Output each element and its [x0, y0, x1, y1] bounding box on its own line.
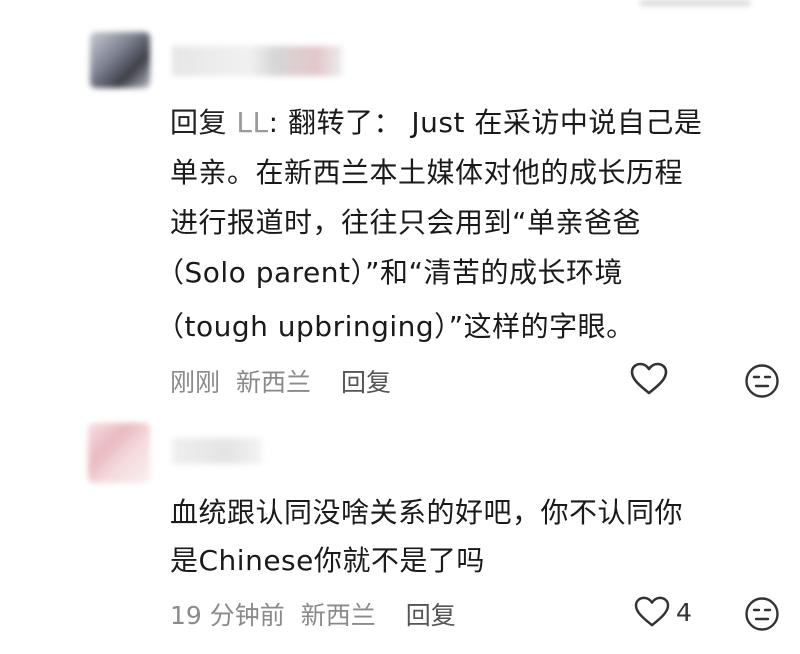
username[interactable] [172, 438, 262, 464]
reply-button[interactable]: 回复 [406, 601, 456, 630]
heart-outline-icon[interactable] [630, 362, 668, 396]
location: 新西兰 [235, 368, 311, 397]
timestamp: 刚刚 [170, 368, 221, 397]
comment-text: : 翻转了： Just 在采访中说自己是 [268, 106, 703, 139]
comment-text-line: 进行报道时，往往只会用到“单亲爸爸 [170, 206, 642, 239]
comment-meta: 19 分钟前 新西兰 回复 [170, 596, 456, 632]
reply-target[interactable]: LL [236, 106, 268, 139]
heart-outline-icon[interactable] [634, 596, 670, 628]
timestamp: 19 分钟前 [170, 601, 285, 630]
comment-text-line: 回复 LL: 翻转了： Just 在采访中说自己是 [170, 98, 702, 148]
avatar[interactable] [88, 423, 150, 483]
like-count: 4 [676, 598, 692, 627]
location: 新西兰 [300, 601, 376, 630]
neutral-face-icon[interactable] [744, 363, 780, 399]
avatar[interactable] [90, 32, 150, 88]
comment-meta: 刚刚 新西兰 回复 [170, 363, 391, 399]
reply-button[interactable]: 回复 [341, 368, 391, 397]
comment-text-line: （tough upbringing）”这样的字眼。 [156, 310, 635, 343]
neutral-face-icon[interactable] [744, 596, 780, 632]
comment-text-line: （Solo parent）”和“清苦的成长环境 [156, 256, 624, 289]
comment-text-line: 是Chinese你就不是了吗 [170, 544, 485, 577]
comment-text-line: 血统跟认同没啥关系的好吧，你不认同你 [170, 496, 684, 529]
reply-prefix: 回复 [170, 106, 228, 139]
avatar-fragment [640, 0, 750, 6]
comment-text-line: 单亲。在新西兰本土媒体对他的成长历程 [170, 156, 684, 189]
username[interactable] [172, 46, 342, 76]
